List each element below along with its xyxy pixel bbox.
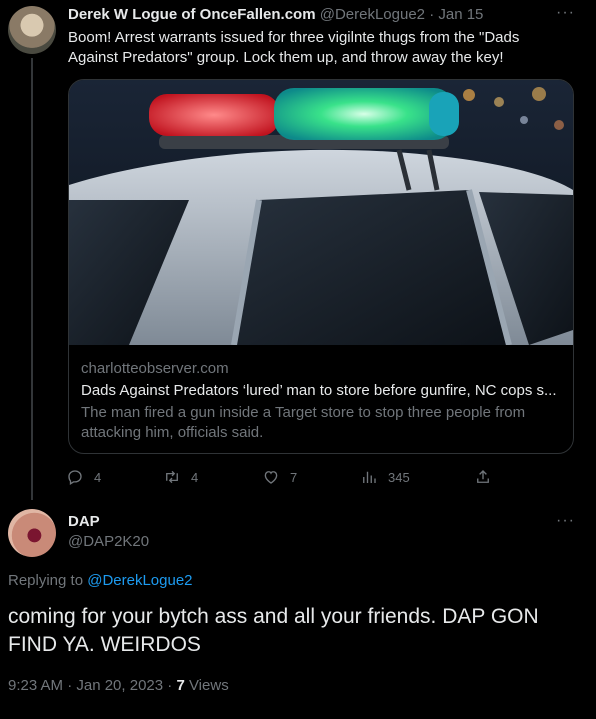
card-domain: charlotteobserver.com: [81, 360, 229, 377]
retweet-button[interactable]: 4: [163, 465, 198, 489]
author-handle[interactable]: @DAP2K20: [68, 533, 149, 550]
views-button[interactable]: 345: [360, 465, 410, 489]
tweet-footer: 9:23 AM · Jan 20, 2023 · 7 Views: [8, 677, 229, 694]
views-icon: [363, 471, 376, 483]
like-count: 7: [290, 469, 298, 485]
replying-to: Replying to @DerekLogue2: [8, 572, 193, 589]
author-name[interactable]: Derek W Logue of OnceFallen.com: [68, 6, 316, 23]
more-icon[interactable]: ···: [556, 512, 575, 530]
retweet-icon: [166, 470, 178, 484]
share-icon: [477, 470, 489, 483]
police-car-image: [69, 80, 573, 345]
tweet-date[interactable]: Jan 15: [438, 6, 483, 23]
like-icon: [264, 471, 278, 484]
replying-to-link[interactable]: @DerekLogue2: [87, 572, 192, 589]
header-separator: ·: [429, 6, 435, 23]
share-button[interactable]: [474, 465, 492, 489]
avatar[interactable]: [8, 6, 56, 54]
link-card[interactable]: charlotteobserver.com Dads Against Preda…: [68, 79, 574, 454]
card-meta: charlotteobserver.com Dads Against Preda…: [81, 359, 561, 443]
card-image: [69, 80, 573, 345]
author-handle[interactable]: @DerekLogue2: [320, 6, 425, 23]
tweet-text: coming for your bytch ass and all your f…: [8, 605, 539, 656]
tweet-text: Boom! Arrest warrants issued for three v…: [68, 29, 520, 66]
card-title[interactable]: Dads Against Predators ‘lured’ man to st…: [81, 381, 561, 401]
replying-to-label: Replying to: [8, 572, 84, 589]
avatar[interactable]: [8, 509, 56, 557]
tweet-header: Derek W Logue of OnceFallen.com @DerekLo…: [68, 6, 483, 23]
reply-button[interactable]: 4: [66, 465, 101, 489]
views-count: 7: [176, 677, 185, 694]
thread-connector-line: [31, 58, 33, 500]
retweet-count: 4: [191, 469, 199, 485]
tweet-timestamp[interactable]: 9:23 AM · Jan 20, 2023 ·: [8, 677, 176, 694]
reply-icon: [68, 470, 82, 485]
views-label: Views: [184, 677, 229, 694]
more-icon[interactable]: ···: [556, 4, 575, 22]
like-button[interactable]: 7: [262, 465, 297, 489]
views-count: 345: [388, 469, 410, 485]
card-description: The man fired a gun inside a Target stor…: [81, 404, 526, 441]
author-name[interactable]: DAP: [68, 513, 100, 530]
reply-count: 4: [94, 469, 102, 485]
tweet-actions: 4 4 7 345: [66, 465, 496, 489]
